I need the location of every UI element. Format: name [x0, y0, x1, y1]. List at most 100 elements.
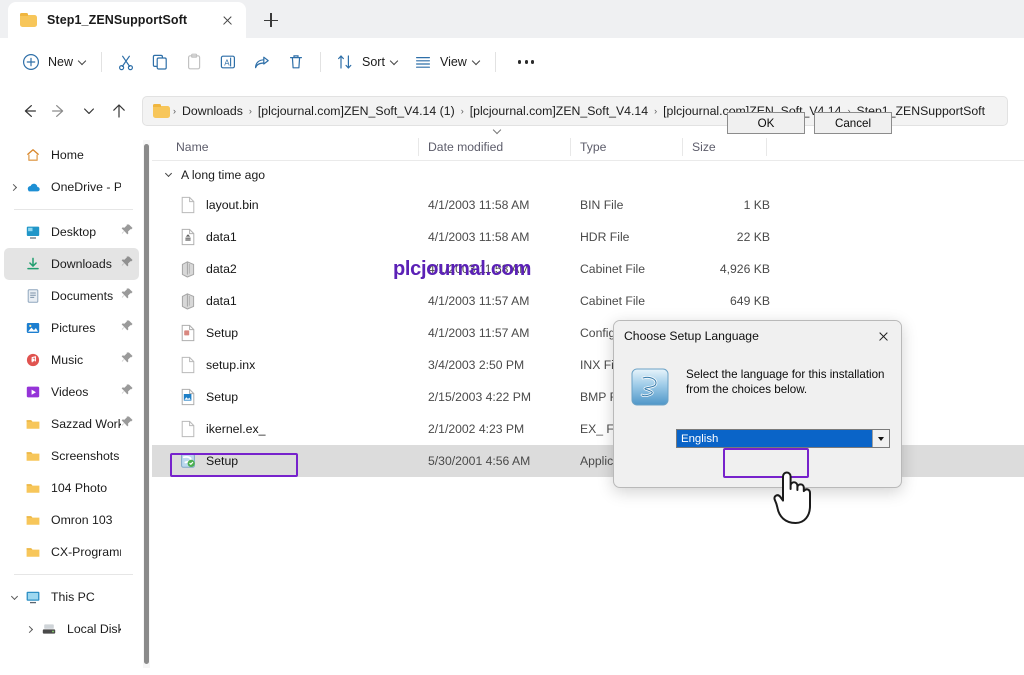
- dialog-ok-label: OK: [757, 116, 775, 130]
- new-button[interactable]: New: [14, 46, 94, 78]
- column-header-type-label: Type: [580, 140, 607, 154]
- sidebar-item-screenshots[interactable]: Screenshots: [4, 440, 139, 472]
- column-header-spacer: [766, 133, 826, 161]
- language-selected-value: English: [677, 430, 872, 447]
- scissors-icon: [119, 55, 134, 71]
- column-header-date-modified[interactable]: Date modified: [418, 133, 570, 161]
- breadcrumb-item-downloads[interactable]: Downloads: [177, 104, 248, 118]
- navigation-pane[interactable]: Home OneDrive - Persc Desktop Downloads Docu…: [0, 133, 143, 675]
- table-row[interactable]: data1 4/1/2003 11:57 AM Cabinet File 649 KB: [152, 285, 1024, 317]
- sidebar-item-omron-103[interactable]: Omron 103: [4, 504, 139, 536]
- breadcrumb-item-zensoft-1[interactable]: [plcjournal.com]ZEN_Soft_V4.14 (1): [253, 104, 460, 118]
- file-type-cell: HDR File: [580, 230, 630, 244]
- file-name-label: data1: [206, 230, 237, 244]
- file-name-cell: Setup: [170, 445, 238, 477]
- group-header-a-long-time-ago[interactable]: A long time ago: [152, 161, 1024, 189]
- column-header-type[interactable]: Type: [570, 133, 682, 161]
- pin-icon[interactable]: [121, 383, 137, 401]
- rename-button[interactable]: A: [211, 46, 245, 78]
- documents-icon: [27, 289, 39, 303]
- dialog-ok-button[interactable]: OK: [727, 112, 805, 134]
- delete-button[interactable]: [279, 46, 313, 78]
- file-size-cell: 22 KB: [736, 230, 770, 244]
- pin-icon[interactable]: [121, 287, 137, 305]
- close-icon[interactable]: [865, 322, 901, 350]
- chevron-down-icon: [473, 58, 481, 66]
- blank-file-icon: [180, 196, 196, 214]
- chevron-right-icon[interactable]: [22, 625, 38, 633]
- sidebar-item-home[interactable]: Home: [4, 139, 139, 171]
- chevron-down-icon[interactable]: [6, 592, 22, 600]
- see-more-button[interactable]: [503, 46, 550, 78]
- pin-icon[interactable]: [121, 415, 137, 433]
- table-row[interactable]: layout.bin 4/1/2003 11:58 AM BIN File 1 KB: [152, 189, 1024, 221]
- sidebar-item-pictures[interactable]: Pictures: [4, 312, 139, 344]
- pin-icon[interactable]: [121, 319, 137, 337]
- sidebar-item-label: Local Disk (C:): [67, 622, 121, 636]
- tab-step1-zensupportsoft[interactable]: Step1_ZENSupportSoft: [8, 2, 246, 38]
- chevron-down-icon: [84, 108, 94, 114]
- sidebar-item-label: 104 Photo: [51, 481, 108, 495]
- sidebar-item-cx-programmer[interactable]: CX-Programmer: [4, 536, 139, 568]
- share-button[interactable]: [245, 46, 279, 78]
- sidebar-item-music[interactable]: Music: [4, 344, 139, 376]
- column-header-row: Name Date modified Type Size: [152, 133, 1024, 161]
- desktop-icon: [26, 226, 40, 239]
- breadcrumb-separator: ›: [248, 106, 252, 116]
- sidebar-item-local-disk-c[interactable]: Local Disk (C:): [4, 613, 139, 645]
- tab-strip: Step1_ZENSupportSoft: [0, 0, 1024, 38]
- chevron-down-icon[interactable]: [872, 430, 889, 447]
- onedrive-icon: [22, 179, 44, 195]
- cut-button[interactable]: [109, 46, 143, 78]
- sidebar-item-label: Screenshots: [51, 449, 120, 463]
- dialog-cancel-button[interactable]: Cancel: [814, 112, 892, 134]
- pin-icon: [121, 352, 133, 363]
- forward-button[interactable]: [44, 96, 74, 126]
- file-name-cell: ikernel.ex_: [170, 413, 265, 445]
- videos-icon: [26, 386, 40, 398]
- sidebar-item-documents[interactable]: Documents: [4, 280, 139, 312]
- sidebar-item-desktop[interactable]: Desktop: [4, 216, 139, 248]
- back-button[interactable]: [14, 96, 44, 126]
- sidebar-item-sazzad-work[interactable]: Sazzad Work: [4, 408, 139, 440]
- sidebar-scrollbar[interactable]: [143, 140, 150, 668]
- file-date-cell: 4/1/2003 11:58 AM: [428, 230, 530, 244]
- home-icon: [26, 149, 40, 161]
- pin-icon[interactable]: [121, 255, 137, 273]
- chevron-right-icon[interactable]: [6, 183, 22, 191]
- file-size-cell: 1 KB: [743, 198, 770, 212]
- plus-icon[interactable]: [258, 8, 284, 32]
- language-dropdown[interactable]: English: [676, 429, 890, 448]
- close-icon[interactable]: [216, 9, 238, 31]
- column-header-size[interactable]: Size: [682, 133, 766, 161]
- sidebar-item-downloads[interactable]: Downloads: [4, 248, 139, 280]
- sidebar-item-onedrive-persc[interactable]: OneDrive - Persc: [4, 171, 139, 203]
- copy-button[interactable]: [143, 46, 177, 78]
- cabinet-icon: [180, 292, 196, 310]
- view-button[interactable]: View: [406, 46, 488, 78]
- sidebar-item-104-photo[interactable]: 104 Photo: [4, 472, 139, 504]
- sidebar-scrollbar-thumb[interactable]: [144, 144, 149, 664]
- breadcrumb-item-zensoft-2[interactable]: [plcjournal.com]ZEN_Soft_V4.14: [465, 104, 653, 118]
- sidebar-item-label: Desktop: [51, 225, 97, 239]
- up-button[interactable]: [104, 96, 134, 126]
- file-date-cell: 4/1/2003 11:58 AM: [428, 262, 530, 276]
- pin-icon[interactable]: [121, 351, 137, 369]
- file-name-label: data1: [206, 294, 237, 308]
- blank-file-icon: [181, 420, 195, 438]
- sidebar-item-this-pc[interactable]: This PC: [4, 581, 139, 613]
- dialog-title: Choose Setup Language: [624, 329, 759, 343]
- sidebar-item-videos[interactable]: Videos: [4, 376, 139, 408]
- music-icon: [26, 353, 40, 367]
- table-row[interactable]: data2 4/1/2003 11:58 AM Cabinet File 4,926 …: [152, 253, 1024, 285]
- column-header-name[interactable]: Name: [166, 133, 428, 161]
- file-date-cell: 4/1/2003 11:58 AM: [428, 198, 530, 212]
- paste-button: [177, 46, 211, 78]
- table-row[interactable]: data1 4/1/2003 11:58 AM HDR File 22 KB: [152, 221, 1024, 253]
- recent-locations-button[interactable]: [74, 96, 104, 126]
- folder-icon: [22, 544, 44, 560]
- pin-icon[interactable]: [121, 223, 137, 241]
- chevron-down-icon: [79, 58, 87, 66]
- sort-button[interactable]: Sort: [328, 46, 406, 78]
- file-name-cell: setup.inx: [170, 349, 255, 381]
